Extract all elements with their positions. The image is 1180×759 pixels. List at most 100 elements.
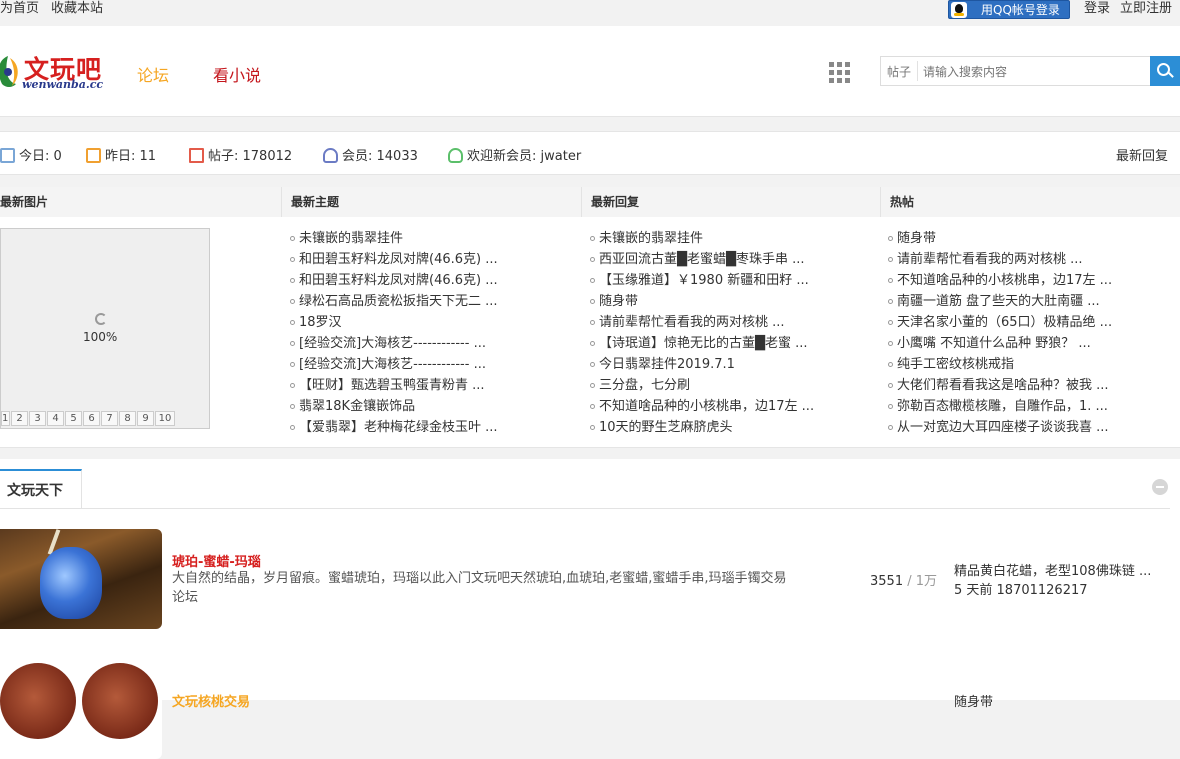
slide-page[interactable]: 4	[47, 411, 64, 426]
slide-page[interactable]: 7	[101, 411, 118, 426]
list-item[interactable]: 大佬们帮看看我这是啥品种？被我 ...	[887, 375, 1177, 396]
stat-members-text: 会员: 14033	[342, 149, 418, 164]
logo-subtext: wenwanba.cc	[22, 78, 104, 91]
search-button[interactable]	[1150, 56, 1180, 86]
latest-replies-link[interactable]: 最新回复	[1116, 145, 1168, 164]
board-thumbnail-amber[interactable]	[0, 529, 162, 629]
list-item[interactable]: 今日翡翠挂件2019.7.1	[589, 354, 879, 375]
qq-login-button[interactable]: 用QQ帐号登录	[948, 0, 1070, 19]
search-type-select[interactable]: 帖子	[887, 63, 911, 80]
stat-newest-text[interactable]: 欢迎新会员: jwater	[467, 149, 581, 164]
board-thumbnail-walnut[interactable]	[0, 659, 162, 759]
list-item[interactable]: 18罗汉	[289, 312, 579, 333]
list-item[interactable]: 随身带	[887, 228, 1177, 249]
slideshow-pager: 1 2 3 4 5 6 7 8 9 10	[1, 411, 176, 426]
count-separator: /	[903, 574, 916, 589]
search-box: 帖子	[880, 56, 1180, 86]
list-item[interactable]: 和田碧玉籽料龙凤对牌(46.6克) ...	[289, 270, 579, 291]
stat-today: 今日: 0	[0, 145, 62, 164]
calendar-today-icon	[0, 148, 15, 163]
slide-page[interactable]: 9	[137, 411, 154, 426]
list-item[interactable]: 绿松石高品质瓷松扳指天下无二 ...	[289, 291, 579, 312]
nav-forum[interactable]: 论坛	[137, 62, 169, 86]
list-item[interactable]: 请前辈帮忙看看我的两对核桃 ...	[887, 249, 1177, 270]
stat-newest-member: 欢迎新会员: jwater	[448, 145, 581, 164]
list-item[interactable]: [经验交流]大海核艺------------ ...	[289, 333, 579, 354]
list-item[interactable]: 【诗珉道】惊艳无比的古董█老蜜 ...	[589, 333, 879, 354]
board-title-walnut[interactable]: 文玩核桃交易	[172, 691, 250, 710]
members-icon	[323, 148, 338, 163]
slide-page[interactable]: 8	[119, 411, 136, 426]
list-item[interactable]: 【爱翡翠】老种梅花绿金枝玉叶 ...	[289, 417, 579, 438]
list-item[interactable]: 西亚回流古董█老蜜蜡█枣珠手串 ...	[589, 249, 879, 270]
forum-section: 文玩天下 琥珀-蜜蜡-玛瑙 大自然的结晶，岁月留痕。蜜蜡琥珀，玛瑙以此入门文玩吧…	[0, 459, 1180, 759]
thread-count: 3551	[870, 574, 904, 589]
amber-pendant-image	[40, 547, 102, 619]
board-counts: 3551 / 1万	[870, 570, 937, 589]
list-item[interactable]: [经验交流]大海核艺------------ ...	[289, 354, 579, 375]
site-header: 文玩吧 wenwanba.cc 论坛 看小说 帖子	[0, 26, 1180, 117]
list-item[interactable]: 请前辈帮忙看看我的两对核桃 ...	[589, 312, 879, 333]
top-left-links: 为首页 收藏本站	[0, 0, 115, 17]
list-item[interactable]: 不知道啥品种的小核桃串，边17左 ...	[887, 270, 1177, 291]
list-item[interactable]: 纯手工密纹核桃戒指	[887, 354, 1177, 375]
apps-grid-icon[interactable]	[829, 62, 850, 83]
slide-page[interactable]: 6	[83, 411, 100, 426]
tab-divider	[0, 508, 1170, 509]
column-header-replies: 最新回复	[582, 187, 881, 217]
list-item[interactable]: 小鹰嘴 不知道什么品种 野狼？ ...	[887, 333, 1177, 354]
site-logo[interactable]: 文玩吧 wenwanba.cc	[0, 50, 110, 94]
list-item[interactable]: 天津名家小董的（65口）极精品绝 ...	[887, 312, 1177, 333]
board-last-post[interactable]: 精品黄白花蜡，老型108佛珠链 ...	[954, 560, 1151, 579]
walnut-image	[82, 663, 158, 739]
stat-today-text: 今日: 0	[19, 149, 62, 164]
search-input[interactable]	[921, 59, 1151, 85]
login-link[interactable]: 登录	[1084, 1, 1110, 16]
search-divider	[917, 61, 918, 81]
stat-members: 会员: 14033	[323, 145, 418, 164]
document-icon	[189, 148, 204, 163]
slide-page[interactable]: 5	[65, 411, 82, 426]
stat-posts-text: 帖子: 178012	[208, 149, 293, 164]
slide-page[interactable]: 1	[1, 411, 10, 426]
list-item[interactable]: 【旺财】甄选碧玉鸭蛋青粉青 ...	[289, 375, 579, 396]
list-item[interactable]: 弥勒百态橄榄核雕，自雕作品，1. ...	[887, 396, 1177, 417]
list-item[interactable]: 从一对宽边大耳四座楼子谈谈我喜 ...	[887, 417, 1177, 438]
image-slideshow[interactable]: 100% 1 2 3 4 5 6 7 8 9 10	[0, 228, 210, 429]
qq-penguin-icon	[951, 2, 967, 18]
tab-wenwan-world[interactable]: 文玩天下	[0, 469, 82, 509]
board-last-post[interactable]: 随身带	[954, 691, 993, 710]
slide-page[interactable]: 2	[11, 411, 28, 426]
post-count: 1万	[915, 574, 938, 589]
column-header-hot: 热帖	[881, 187, 1180, 217]
board-description: 大自然的结晶，岁月留痕。蜜蜡琥珀，玛瑙以此入门文玩吧天然琥珀,血琥珀,老蜜蜡,蜜…	[172, 571, 787, 605]
list-item[interactable]: 10天的野生芝麻脐虎头	[589, 417, 879, 438]
stat-yesterday: 昨日: 11	[86, 145, 156, 164]
slide-page[interactable]: 3	[29, 411, 46, 426]
list-item[interactable]: 未镶嵌的翡翠挂件	[589, 228, 879, 249]
list-item[interactable]: 三分盘，七分刷	[589, 375, 879, 396]
list-item[interactable]: 不知道啥品种的小核桃串，边17左 ...	[589, 396, 879, 417]
top-bar: 为首页 收藏本站 用QQ帐号登录 登录 立即注册	[0, 0, 1180, 20]
register-link[interactable]: 立即注册	[1120, 1, 1172, 16]
loading-spinner-icon	[95, 313, 107, 325]
list-item[interactable]: 翡翠18K金镶嵌饰品	[289, 396, 579, 417]
stats-bar: 今日: 0 昨日: 11 帖子: 178012 会员: 14033 欢迎新会员:…	[0, 131, 1180, 175]
collapse-icon[interactable]	[1152, 479, 1168, 495]
auth-links: 登录 立即注册	[1084, 0, 1172, 17]
list-item[interactable]: 未镶嵌的翡翠挂件	[289, 228, 579, 249]
column-header-images: 最新图片	[0, 187, 282, 217]
latest-replies-list: 未镶嵌的翡翠挂件 西亚回流古董█老蜜蜡█枣珠手串 ... 【玉缘雅道】￥1980…	[589, 228, 879, 438]
nav-novel[interactable]: 看小说	[213, 62, 261, 86]
bookmark-link[interactable]: 收藏本站	[51, 1, 103, 16]
user-icon	[448, 148, 463, 163]
board-title-amber[interactable]: 琥珀-蜜蜡-玛瑙	[172, 551, 261, 570]
slide-page[interactable]: 10	[155, 411, 175, 426]
column-header-topics: 最新主题	[282, 187, 582, 217]
list-item[interactable]: 随身带	[589, 291, 879, 312]
list-item[interactable]: 和田碧玉籽料龙凤对牌(46.6克) ...	[289, 249, 579, 270]
list-item[interactable]: 【玉缘雅道】￥1980 新疆和田籽 ...	[589, 270, 879, 291]
latest-topics-list: 未镶嵌的翡翠挂件 和田碧玉籽料龙凤对牌(46.6克) ... 和田碧玉籽料龙凤对…	[289, 228, 579, 438]
set-home-link[interactable]: 为首页	[0, 1, 39, 16]
list-item[interactable]: 南疆一道筋 盘了些天的大肚南疆 ...	[887, 291, 1177, 312]
